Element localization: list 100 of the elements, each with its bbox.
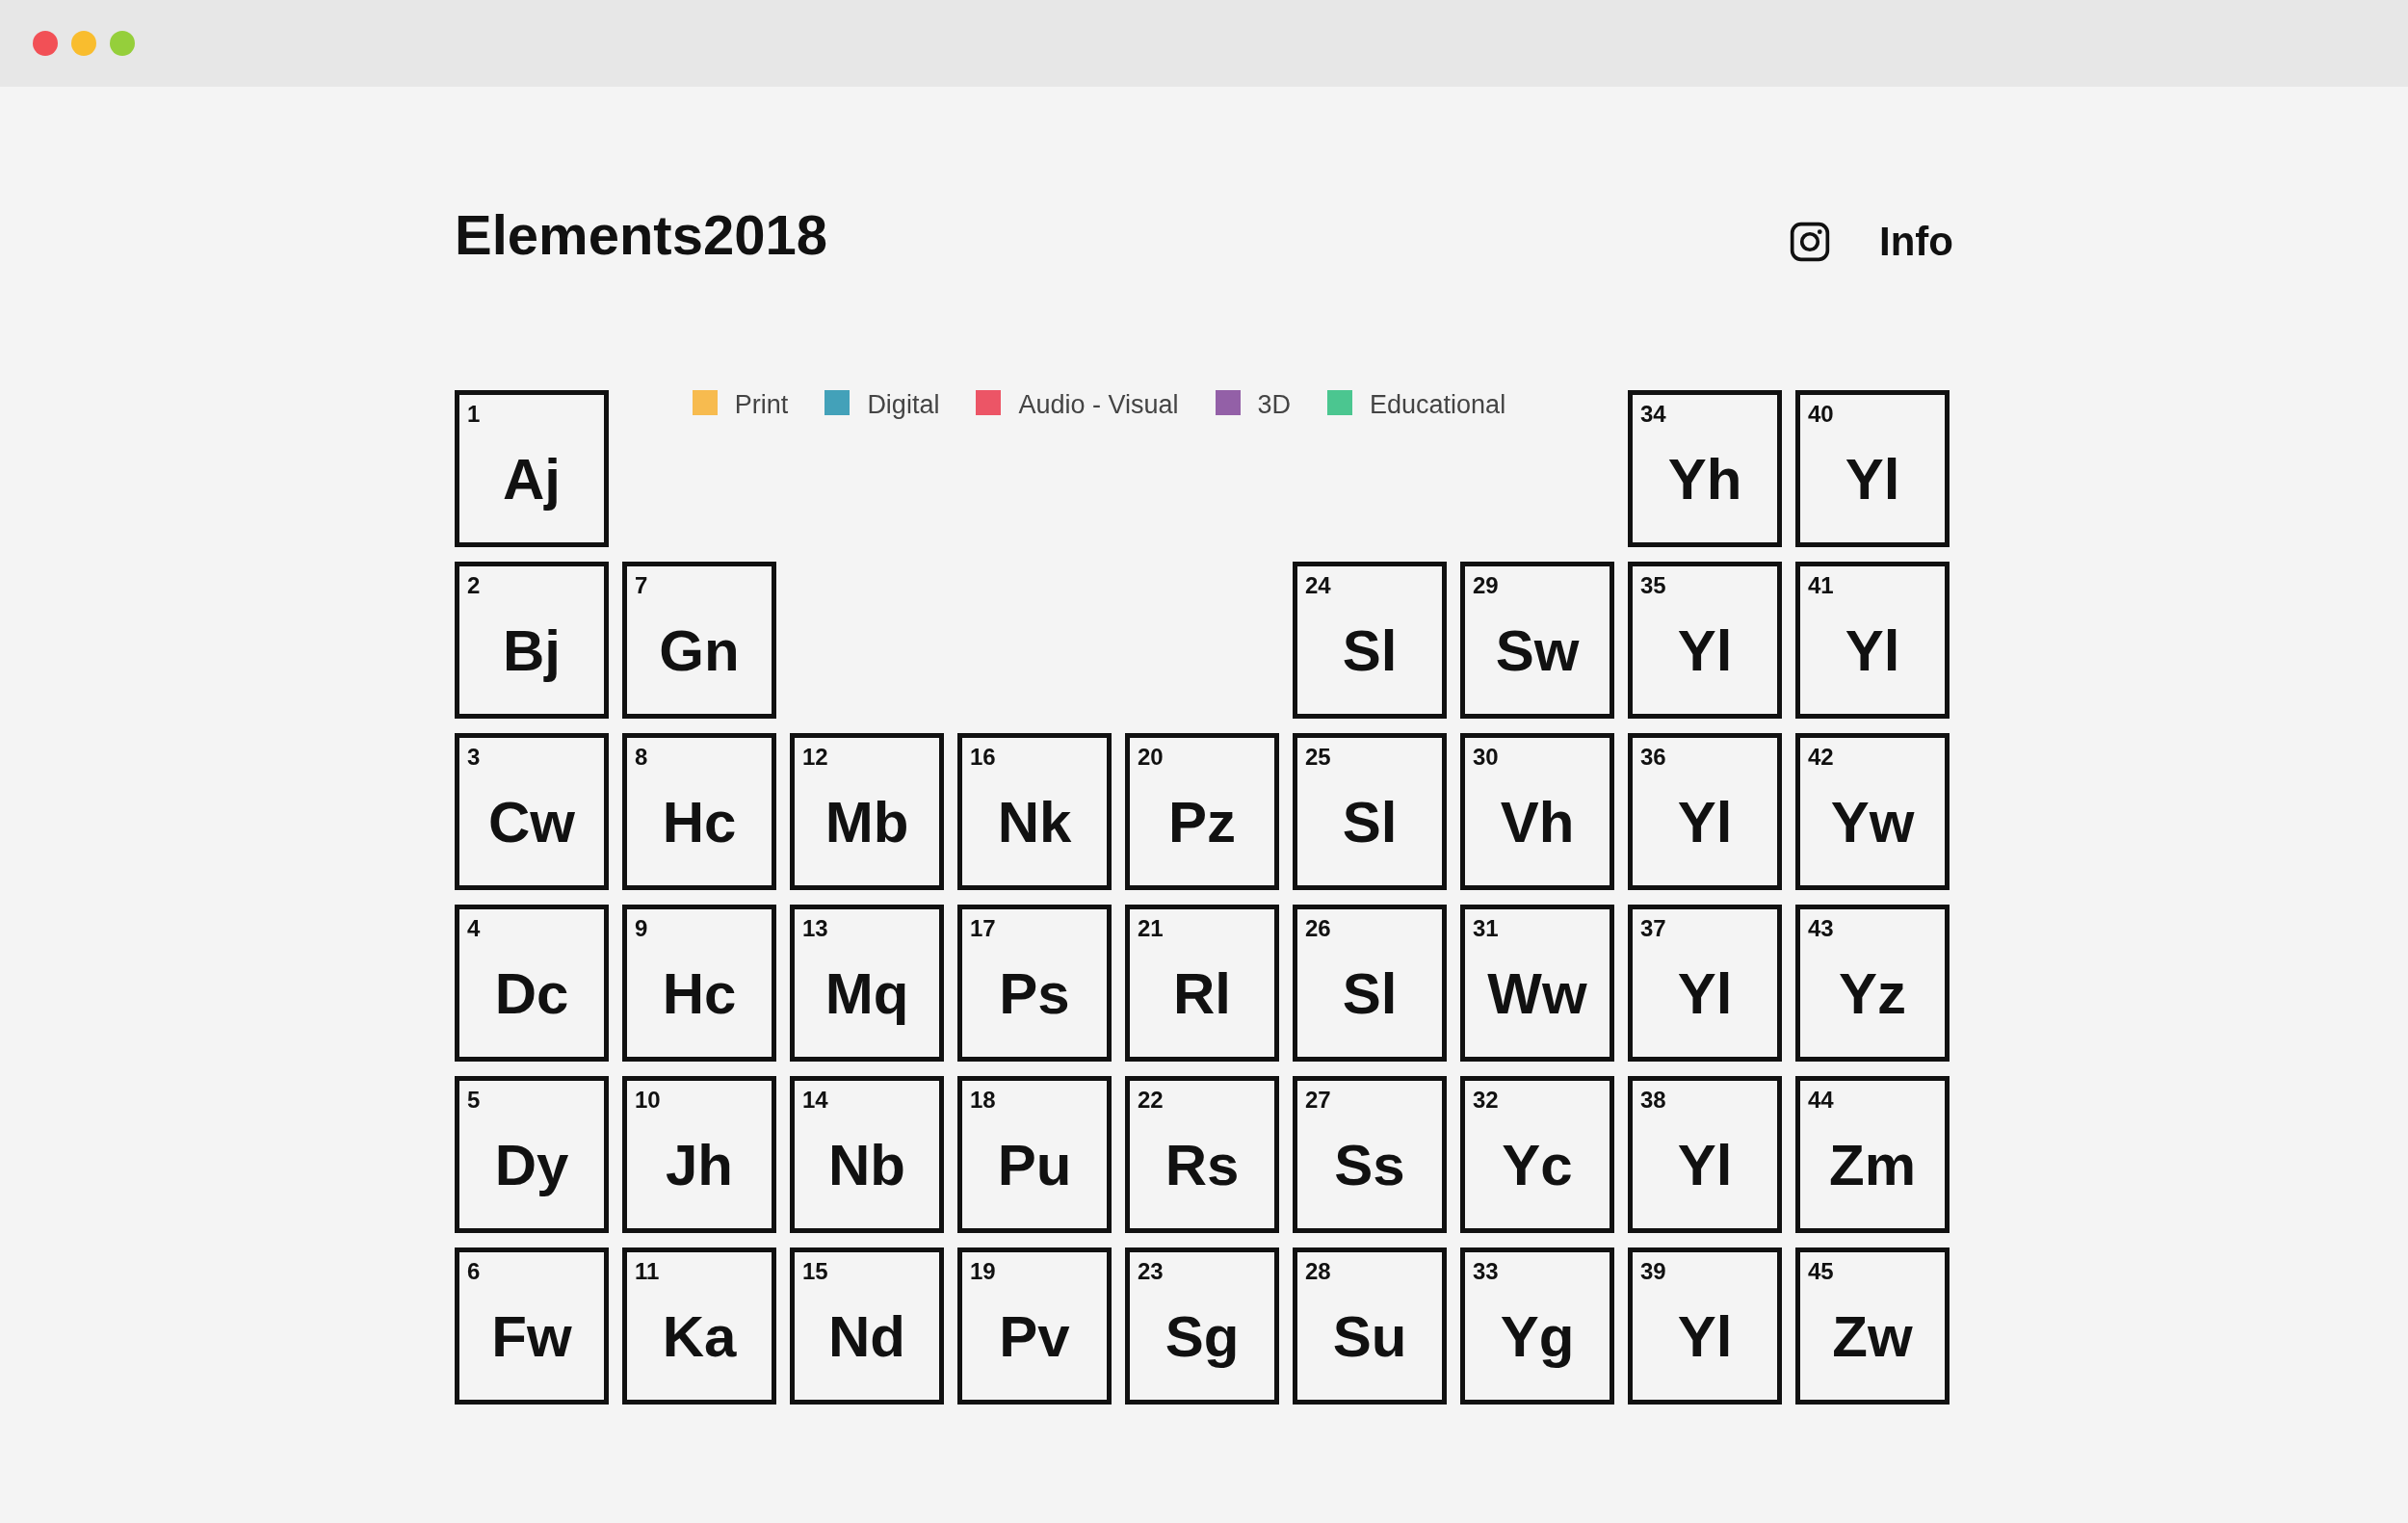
element-symbol: Aj [503,446,561,512]
element-symbol: Ka [662,1303,737,1370]
element-tile[interactable]: 24 Sl [1293,562,1447,719]
element-number: 6 [467,1258,481,1285]
element-symbol: Ww [1487,960,1587,1027]
element-tile[interactable]: 44 Zm [1795,1076,1950,1233]
instagram-icon[interactable] [1789,220,1832,263]
element-number: 7 [635,572,648,599]
element-tile[interactable]: 10 Jh [622,1076,776,1233]
element-symbol: Yl [1845,617,1900,684]
element-tile[interactable]: 21 Rl [1125,905,1279,1062]
element-symbol: Nd [828,1303,905,1370]
element-number: 34 [1640,401,1666,428]
element-tile[interactable]: 8 Hc [622,733,776,890]
element-tile[interactable]: 14 Nb [790,1076,944,1233]
element-tile[interactable]: 33 Yg [1460,1247,1614,1405]
element-number: 35 [1640,572,1666,599]
element-tile[interactable]: 41 Yl [1795,562,1950,719]
element-number: 21 [1138,915,1164,942]
element-number: 37 [1640,915,1666,942]
element-tile[interactable]: 7 Gn [622,562,776,719]
element-tile[interactable]: 13 Mq [790,905,944,1062]
element-symbol: Cw [488,789,575,855]
element-symbol: Vh [1500,789,1575,855]
element-tile[interactable]: 19 Pv [957,1247,1112,1405]
element-tile[interactable]: 23 Sg [1125,1247,1279,1405]
element-number: 44 [1808,1087,1834,1114]
element-tile[interactable]: 31 Ww [1460,905,1614,1062]
element-symbol: Yc [1502,1132,1573,1198]
element-tile[interactable]: 9 Hc [622,905,776,1062]
element-tile[interactable]: 43 Yz [1795,905,1950,1062]
element-symbol: Sw [1495,617,1580,684]
close-window-icon[interactable] [33,31,58,56]
element-tile[interactable]: 42 Yw [1795,733,1950,890]
element-tile[interactable]: 11 Ka [622,1247,776,1405]
element-symbol: Yh [1667,446,1742,512]
element-symbol: Sg [1165,1303,1240,1370]
element-symbol: Hc [662,789,737,855]
element-tile[interactable]: 15 Nd [790,1247,944,1405]
element-number: 20 [1138,744,1164,771]
element-tile[interactable]: 35 Yl [1628,562,1782,719]
element-tile[interactable]: 12 Mb [790,733,944,890]
element-tile[interactable]: 34 Yh [1628,390,1782,547]
element-number: 33 [1473,1258,1499,1285]
element-symbol: Pu [997,1132,1072,1198]
element-symbol: Yl [1677,617,1733,684]
element-number: 39 [1640,1258,1666,1285]
element-symbol: Yl [1845,446,1900,512]
element-number: 40 [1808,401,1834,428]
element-tile[interactable]: 18 Pu [957,1076,1112,1233]
element-number: 31 [1473,915,1499,942]
element-tile[interactable]: 4 Dc [455,905,609,1062]
element-tile[interactable]: 38 Yl [1628,1076,1782,1233]
element-symbol: Nb [828,1132,905,1198]
element-symbol: Yw [1830,789,1915,855]
element-number: 8 [635,744,648,771]
element-tile[interactable]: 25 Sl [1293,733,1447,890]
element-tile[interactable]: 36 Yl [1628,733,1782,890]
element-tile[interactable]: 2 Bj [455,562,609,719]
element-tile[interactable]: 5 Dy [455,1076,609,1233]
legend-label: Print [734,390,789,420]
element-number: 36 [1640,744,1666,771]
element-number: 22 [1138,1087,1164,1114]
element-tile[interactable]: 16 Nk [957,733,1112,890]
element-number: 42 [1808,744,1834,771]
element-tile[interactable]: 30 Vh [1460,733,1614,890]
element-tile[interactable]: 27 Ss [1293,1076,1447,1233]
element-number: 45 [1808,1258,1834,1285]
site-title[interactable]: Elements2018 [455,202,827,267]
element-symbol: Sl [1342,617,1398,684]
element-tile[interactable]: 3 Cw [455,733,609,890]
element-tile[interactable]: 39 Yl [1628,1247,1782,1405]
element-tile[interactable]: 26 Sl [1293,905,1447,1062]
element-symbol: Yl [1677,1132,1733,1198]
element-number: 3 [467,744,481,771]
element-number: 25 [1305,744,1331,771]
element-symbol: Rl [1173,960,1231,1027]
element-tile[interactable]: 1 Aj [455,390,609,547]
legend-label: Educational [1370,390,1506,420]
maximize-window-icon[interactable] [110,31,135,56]
element-number: 27 [1305,1087,1331,1114]
info-link[interactable]: Info [1879,218,1953,265]
element-tile[interactable]: 22 Rs [1125,1076,1279,1233]
element-tile[interactable]: 29 Sw [1460,562,1614,719]
element-tile[interactable]: 45 Zw [1795,1247,1950,1405]
element-tile[interactable]: 28 Su [1293,1247,1447,1405]
element-number: 41 [1808,572,1834,599]
element-symbol: Hc [662,960,737,1027]
element-tile[interactable]: 37 Yl [1628,905,1782,1062]
element-tile[interactable]: 17 Ps [957,905,1112,1062]
element-tile[interactable]: 40 Yl [1795,390,1950,547]
legend-label: Digital [867,390,940,420]
element-tile[interactable]: 32 Yc [1460,1076,1614,1233]
element-number: 2 [467,572,481,599]
element-number: 43 [1808,915,1834,942]
element-tile[interactable]: 20 Pz [1125,733,1279,890]
element-symbol: Gn [659,617,740,684]
element-number: 16 [970,744,996,771]
element-tile[interactable]: 6 Fw [455,1247,609,1405]
element-number: 19 [970,1258,996,1285]
